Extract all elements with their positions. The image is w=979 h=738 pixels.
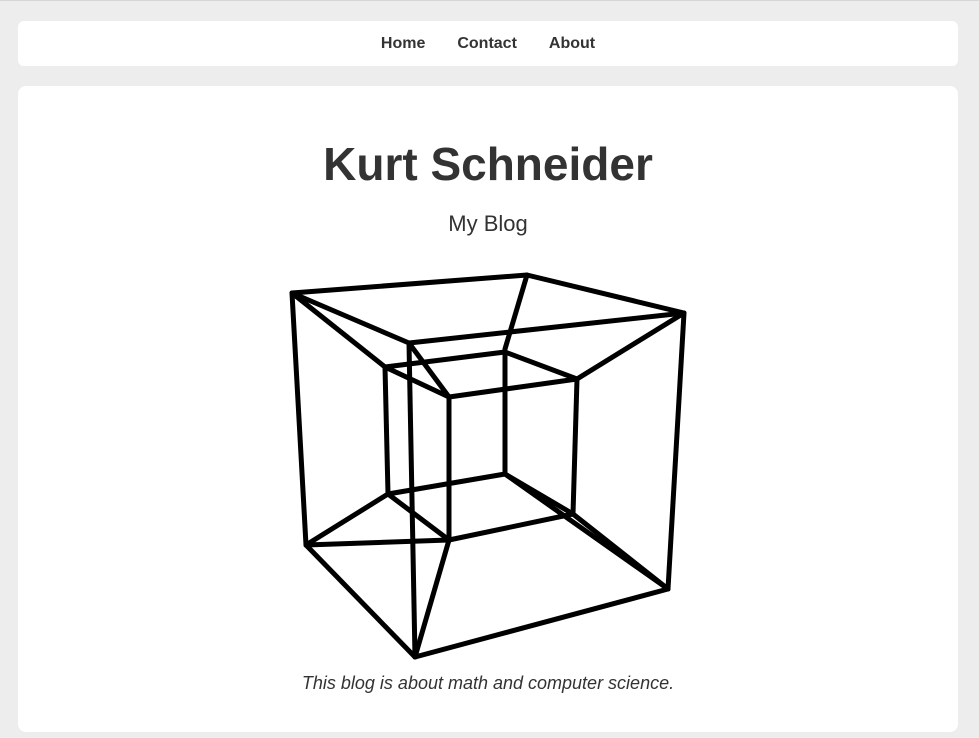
blog-description: This blog is about math and computer sci… (301, 673, 675, 693)
nav-link-contact[interactable]: Contact (457, 35, 517, 53)
tesseract-icon (289, 272, 687, 660)
top-divider (0, 0, 979, 1)
main-content-card: Kurt Schneider My Blog This blog is abou… (18, 86, 958, 732)
nav-link-about[interactable]: About (549, 35, 595, 53)
top-navigation: Home Contact About (18, 21, 958, 66)
nav-link-home[interactable]: Home (381, 35, 425, 53)
